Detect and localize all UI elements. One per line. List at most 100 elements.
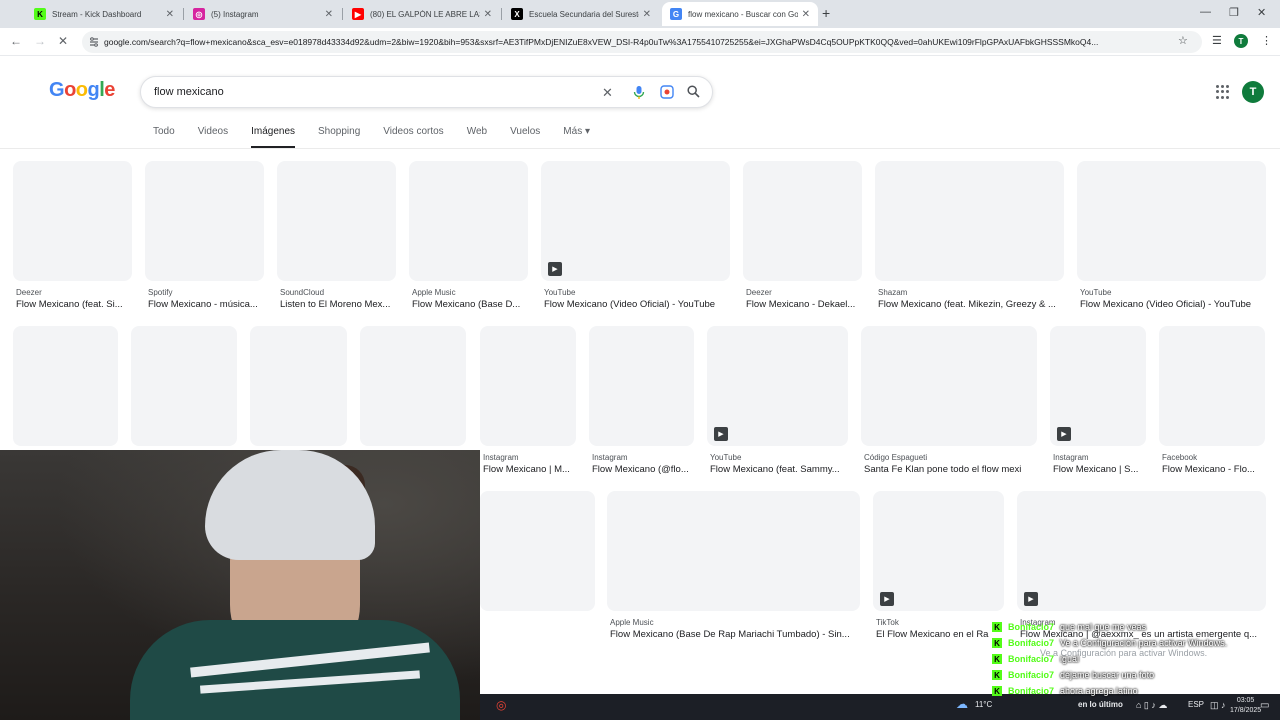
result-source[interactable]: YouTube [544,288,575,297]
image-thumbnail[interactable] [13,161,132,281]
result-title[interactable]: El Flow Mexicano en el Ra [876,629,1011,640]
image-result[interactable]: ▶ YouTube Flow Mexicano (Video Oficial) - … [541,161,730,321]
close-icon[interactable]: ✕ [166,9,174,20]
image-result[interactable]: Instagram Flow Mexicano | M... [480,326,576,486]
result-title[interactable]: Flow Mexicano (Base D... [412,299,535,310]
tray-icons[interactable]: ⌂ ▯ ♪ ☁ [1136,700,1167,711]
result-title[interactable]: Listen to El Moreno Mex... [280,299,403,310]
stop-loading-icon[interactable]: ✕ [58,34,68,48]
image-result[interactable]: SoundCloud Listen to El Moreno Mex... [277,161,396,321]
tab-mas[interactable]: Más ▾ [563,126,590,148]
image-result[interactable]: Apple Music Flow Mexicano (Base D... [409,161,528,321]
result-source[interactable]: Apple Music [412,288,456,297]
close-icon[interactable]: ✕ [484,9,492,20]
site-info-icon[interactable] [88,36,100,48]
microphone-icon[interactable] [633,85,645,100]
clock[interactable]: 03:05 17/8/2025 [1230,696,1261,716]
address-bar[interactable]: google.com/search?q=flow+mexicano&sca_es… [82,31,1202,53]
network-icon[interactable]: ◫ ♪ [1210,700,1226,711]
weather-temp[interactable]: 11°C [975,700,992,709]
image-result[interactable]: ▶ TikTok El Flow Mexicano en el Ra [873,491,1004,651]
minimize-icon[interactable]: — [1200,6,1211,18]
account-avatar[interactable]: T [1242,81,1264,103]
result-source[interactable]: Deezer [16,288,42,297]
result-source[interactable]: Instagram [483,453,519,462]
tab-x[interactable]: X Escuela Secundaria del Sureste ✕ [503,2,659,26]
image-result[interactable]: Código Espagueti Santa Fe Klan pone todo … [861,326,1037,486]
result-source[interactable]: Spotify [148,288,172,297]
result-source[interactable]: Código Espagueti [864,453,927,462]
image-result[interactable]: Deezer Flow Mexicano - Dekael... [743,161,862,321]
google-apps-icon[interactable] [1216,85,1230,99]
result-source[interactable]: Instagram [1053,453,1089,462]
result-title[interactable]: Flow Mexicano | S... [1053,464,1153,475]
tab-google-search[interactable]: G flow mexicano - Buscar con Go ✕ [662,2,818,26]
image-thumbnail[interactable] [145,161,264,281]
result-title[interactable]: Flow Mexicano | M... [483,464,583,475]
image-thumbnail[interactable] [743,161,862,281]
tab-imagenes[interactable]: Imágenes [251,126,295,148]
result-source[interactable]: SoundCloud [280,288,324,297]
image-thumbnail[interactable] [861,326,1037,446]
image-result[interactable]: Deezer Flow Mexicano (feat. Si... [13,161,132,321]
image-result[interactable]: Shazam Flow Mexicano (feat. Mikezin, Gree… [875,161,1064,321]
result-title[interactable]: Flow Mexicano (@flo... [592,464,701,475]
image-thumbnail[interactable] [607,491,860,611]
extensions-icon[interactable]: ☰ [1212,34,1222,47]
image-result[interactable]: Spotify Flow Mexicano - música... [145,161,264,321]
weather-icon[interactable]: ☁ [956,697,968,711]
menu-kebab-icon[interactable]: ⋮ [1261,34,1272,47]
forward-icon[interactable]: → [34,34,46,48]
image-result[interactable]: ▶ Instagram Flow Mexicano | S... [1050,326,1146,486]
browser-profile-avatar[interactable]: T [1234,34,1248,48]
tab-vuelos[interactable]: Vuelos [510,126,540,148]
result-source[interactable]: Instagram [592,453,628,462]
image-thumbnail[interactable] [1077,161,1266,281]
language-indicator[interactable]: ESP [1188,700,1204,709]
tab-shopping[interactable]: Shopping [318,126,360,148]
image-thumbnail[interactable] [409,161,528,281]
result-title[interactable]: Flow Mexicano (feat. Mikezin, Greezy & .… [878,299,1071,310]
obs-icon[interactable]: ◎ [496,698,506,712]
image-thumbnail[interactable] [277,161,396,281]
result-title[interactable]: Flow Mexicano (feat. Si... [16,299,139,310]
notification-icon[interactable]: ▭ [1260,700,1269,711]
result-source[interactable]: TikTok [876,618,899,627]
back-icon[interactable]: ← [10,34,22,48]
close-window-icon[interactable]: ✕ [1257,6,1266,19]
result-source[interactable]: Facebook [1162,453,1197,462]
tab-web[interactable]: Web [467,126,487,148]
search-box[interactable]: flow mexicano ✕ [140,76,713,108]
image-result[interactable]: Instagram Flow Mexicano (@flo... [589,326,694,486]
result-title[interactable]: Flow Mexicano - Flo... [1162,464,1272,475]
restore-icon[interactable]: ❐ [1229,6,1239,19]
lens-icon[interactable] [660,85,674,99]
image-thumbnail[interactable] [707,326,848,446]
result-title[interactable]: Flow Mexicano - Dekael... [746,299,869,310]
result-title[interactable]: Flow Mexicano (Video Oficial) - YouTube [544,299,737,310]
image-thumbnail[interactable] [480,326,576,446]
image-result[interactable]: Facebook Flow Mexicano - Flo... [1159,326,1265,486]
new-tab-icon[interactable]: + [822,5,830,21]
image-thumbnail[interactable] [875,161,1064,281]
close-icon[interactable]: ✕ [643,9,651,20]
image-result[interactable]: ▶ YouTube Flow Mexicano (feat. Sammy... [707,326,848,486]
close-icon[interactable]: ✕ [802,9,810,20]
search-icon[interactable] [687,85,700,98]
tab-videos[interactable]: Videos [198,126,228,148]
image-thumbnail[interactable] [541,161,730,281]
tab-videos-cortos[interactable]: Videos cortos [383,126,443,148]
tab-instagram[interactable]: ◎ (5) Instagram ✕ [185,2,341,26]
clear-icon[interactable]: ✕ [602,85,613,101]
tab-todo[interactable]: Todo [153,126,175,148]
image-result[interactable]: Apple Music Flow Mexicano (Base De Rap Ma… [607,491,860,651]
google-logo[interactable]: Google [49,79,115,102]
result-title[interactable]: Flow Mexicano (Base De Rap Mariachi Tumb… [610,629,867,640]
tab-kick-dashboard[interactable]: K Stream - Kick Dashboard ✕ [26,2,182,26]
image-thumbnail[interactable] [589,326,694,446]
image-thumbnail[interactable] [1017,491,1266,611]
result-source[interactable]: Deezer [746,288,772,297]
result-source[interactable]: YouTube [710,453,741,462]
result-title[interactable]: Flow Mexicano - música... [148,299,271,310]
image-thumbnail[interactable] [1159,326,1265,446]
